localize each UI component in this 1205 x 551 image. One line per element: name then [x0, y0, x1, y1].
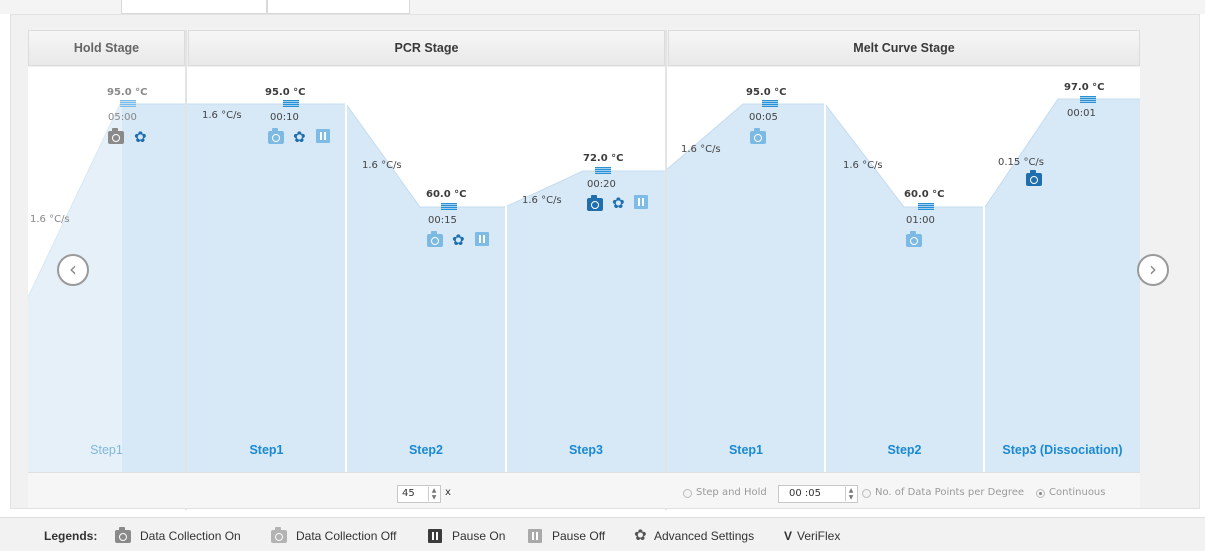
cycles-stepper[interactable]: ▲ ▼: [428, 487, 439, 501]
hold-step1-ramp-rate[interactable]: 1.6 °C/s: [30, 214, 70, 225]
melt-hold-time-value: 00 :05: [789, 488, 821, 499]
melt-step1-time[interactable]: 00:05: [749, 112, 778, 123]
pcr-cycles-input[interactable]: 45 ▲ ▼: [397, 485, 441, 503]
camera-icon[interactable]: [906, 231, 922, 247]
camera-icon[interactable]: [268, 128, 284, 144]
continuous-radio[interactable]: [1036, 489, 1045, 498]
pause-icon: [528, 529, 542, 543]
camera-icon: [271, 527, 287, 543]
pause-icon[interactable]: [475, 232, 489, 246]
pcr-step1-time[interactable]: 00:10: [270, 112, 299, 123]
stage-header-melt[interactable]: Melt Curve Stage: [668, 30, 1140, 66]
melt-step3-ramp-rate[interactable]: 0.15 °C/s: [998, 157, 1044, 168]
pcr-step1-temperature[interactable]: 95.0 °C: [265, 87, 306, 98]
pause-icon[interactable]: [316, 129, 330, 143]
melt-step3-temperature-handle[interactable]: [1080, 96, 1096, 103]
pcr-step3-temperature[interactable]: 72.0 °C: [583, 153, 624, 164]
melt-hold-time-input[interactable]: 00 :05 ▲ ▼: [778, 485, 858, 503]
pcr-cycles-suffix: x: [445, 487, 451, 498]
camera-icon[interactable]: [427, 231, 443, 247]
stage-divider: [665, 30, 667, 510]
pcr-step1-ramp-rate[interactable]: 1.6 °C/s: [202, 110, 242, 121]
gear-icon[interactable]: ✿: [134, 130, 147, 145]
chevron-right-circle-icon[interactable]: ›: [1137, 254, 1169, 286]
hold-step1-label[interactable]: Step1: [28, 443, 185, 461]
stage-divider: [185, 30, 187, 510]
run-method-editor: Hold Stage PCR Stage Melt Curve Stage 95…: [0, 0, 1205, 551]
pcr-step2-label[interactable]: Step2: [347, 443, 505, 461]
pcr-step2-time[interactable]: 00:15: [428, 215, 457, 226]
pcr-step3-time[interactable]: 00:20: [587, 179, 616, 190]
melt-step1-temperature-handle[interactable]: [762, 100, 778, 107]
pcr-cycles-value: 45: [402, 488, 415, 499]
veriflex-icon: V: [784, 529, 793, 543]
toolbar-strip: [0, 0, 1205, 14]
pcr-step2-ramp-rate[interactable]: 1.6 °C/s: [362, 160, 402, 171]
melt-step3-time[interactable]: 00:01: [1067, 108, 1096, 119]
hold-step1-temperature-handle[interactable]: [120, 100, 136, 107]
gear-icon[interactable]: ✿: [293, 130, 306, 145]
legend-title: Legends:: [44, 529, 98, 543]
points-per-degree-label[interactable]: No. of Data Points per Degree: [875, 487, 1024, 498]
points-per-degree-radio[interactable]: [862, 489, 871, 498]
melt-step1-temperature[interactable]: 95.0 °C: [746, 87, 787, 98]
pcr-step2-temperature-handle[interactable]: [441, 203, 457, 210]
camera-icon[interactable]: [108, 128, 124, 144]
hold-time-stepper[interactable]: ▲ ▼: [845, 487, 856, 501]
pcr-step3-ramp-rate[interactable]: 1.6 °C/s: [522, 195, 562, 206]
pause-icon[interactable]: [634, 195, 648, 209]
melt-step3-temperature[interactable]: 97.0 °C: [1064, 82, 1105, 93]
legend-pause-off: Pause Off: [552, 529, 606, 543]
camera-icon[interactable]: [587, 195, 603, 211]
melt-step2-time[interactable]: 01:00: [906, 215, 935, 226]
hold-step1-time[interactable]: 05:00: [108, 112, 137, 123]
gear-icon[interactable]: ✿: [612, 196, 625, 211]
step-divider: [824, 67, 826, 472]
legend-pause-on: Pause On: [452, 529, 506, 543]
legend-veriflex: VeriFlex: [797, 529, 841, 543]
legend-data-collection-off: Data Collection Off: [296, 529, 397, 543]
camera-icon: [115, 527, 131, 543]
pcr-step2-temperature[interactable]: 60.0 °C: [426, 189, 467, 200]
melt-step2-temperature[interactable]: 60.0 °C: [904, 189, 945, 200]
temperature-profile-plot: [28, 67, 1140, 472]
step-and-hold-label[interactable]: Step and Hold: [696, 487, 767, 498]
melt-step1-label[interactable]: Step1: [668, 443, 824, 461]
camera-icon[interactable]: [750, 128, 766, 144]
pcr-step3-label[interactable]: Step3: [507, 443, 665, 461]
pcr-step1-label[interactable]: Step1: [188, 443, 345, 461]
toolbar-field[interactable]: [267, 0, 410, 14]
legend-bar: Legends: Data Collection On Data Collect…: [0, 517, 1205, 551]
toolbar-field[interactable]: [121, 0, 267, 14]
chevron-left-circle-icon[interactable]: ‹: [57, 254, 89, 286]
pause-icon: [428, 529, 442, 543]
camera-icon[interactable]: [1026, 170, 1042, 186]
step-divider: [505, 67, 507, 472]
step-divider: [345, 67, 347, 472]
stage-header-hold[interactable]: Hold Stage: [28, 30, 185, 66]
hold-step1-temperature[interactable]: 95.0 °C: [107, 87, 148, 98]
legend-data-collection-on: Data Collection On: [140, 529, 241, 543]
continuous-label[interactable]: Continuous: [1049, 487, 1105, 498]
melt-step2-ramp-rate[interactable]: 1.6 °C/s: [843, 160, 883, 171]
profile-area: [28, 67, 1140, 472]
gear-icon: ✿: [634, 526, 647, 544]
pcr-step3-temperature-handle[interactable]: [595, 167, 611, 174]
gear-icon[interactable]: ✿: [452, 233, 465, 248]
legend-advanced-settings: Advanced Settings: [654, 529, 755, 543]
melt-step2-label[interactable]: Step2: [826, 443, 983, 461]
melt-step3-label[interactable]: Step3 (Dissociation): [985, 443, 1140, 461]
melt-step2-temperature-handle[interactable]: [918, 203, 934, 210]
pcr-step1-temperature-handle[interactable]: [283, 100, 299, 107]
melt-step1-ramp-rate[interactable]: 1.6 °C/s: [681, 144, 721, 155]
stage-header-pcr[interactable]: PCR Stage: [188, 30, 665, 66]
step-and-hold-radio[interactable]: [683, 489, 692, 498]
step-divider: [983, 67, 985, 472]
